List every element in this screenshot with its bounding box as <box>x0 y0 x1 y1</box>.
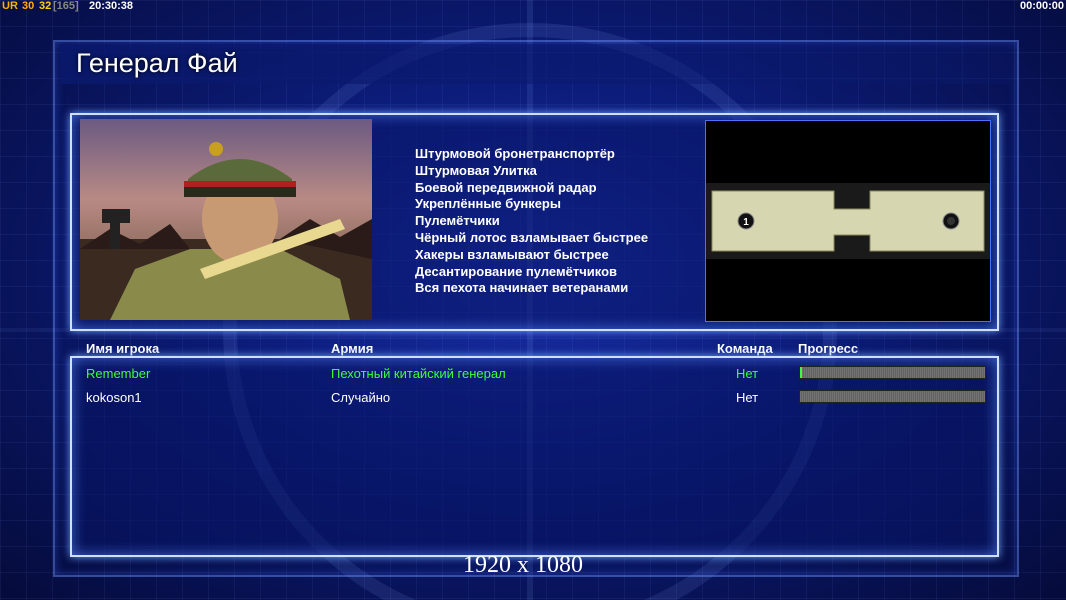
player-team: Нет <box>736 390 759 405</box>
col-team: Команда <box>717 341 773 356</box>
general-portrait <box>80 119 372 320</box>
feature-item: Десантирование пулемётчиков <box>415 263 618 279</box>
feature-item: Хакеры взламывают быстрее <box>415 246 609 262</box>
map-preview: 1 <box>705 120 991 322</box>
map-preview-image: 1 <box>706 183 990 259</box>
player-progress-bar <box>799 366 986 379</box>
feature-item: Штурмовая Улитка <box>415 162 537 178</box>
general-title: Генерал Фай <box>76 48 238 78</box>
player-team: Нет <box>736 366 759 381</box>
fps-value-1: 30 <box>22 0 35 12</box>
player-progress-bar <box>799 390 986 403</box>
feature-item: Вся пехота начинает ветеранами <box>415 280 629 296</box>
clock: 20:30:38 <box>89 0 134 12</box>
col-progress: Прогресс <box>798 341 859 356</box>
players-panel <box>70 356 999 557</box>
player-name[interactable]: kokoson1 <box>86 390 142 405</box>
feature-item: Чёрный лотос взламывает быстрее <box>415 229 649 245</box>
player-army: Случайно <box>331 390 391 405</box>
fps-cap: [165] <box>53 0 79 12</box>
feature-item: Пулемётчики <box>415 213 500 229</box>
col-army: Армия <box>331 341 374 356</box>
start-position-1: 1 <box>743 217 749 228</box>
game-timer: 00:00:00 <box>1019 0 1064 12</box>
ur-label: UR <box>2 0 18 12</box>
player-name[interactable]: Remember <box>86 366 150 381</box>
col-player-name: Имя игрока <box>86 341 160 356</box>
feature-item: Штурмовой бронетранспортёр <box>415 146 615 161</box>
fps-value-2: 32 <box>39 0 52 12</box>
general-features-list: Штурмовой бронетранспортёр Штурмовая Ули… <box>415 146 648 297</box>
status-overlay: UR 30 32 [165] 20:30:38 00:00:00 <box>0 0 1066 14</box>
general-portrait-image <box>80 142 372 320</box>
player-army: Пехотный китайский генерал <box>331 366 506 381</box>
resolution-label: 1920 x 1080 <box>463 552 583 578</box>
progress-fill <box>800 367 803 378</box>
feature-item: Укреплённые бункеры <box>415 196 561 212</box>
feature-item: Боевой передвижной радар <box>415 179 597 195</box>
